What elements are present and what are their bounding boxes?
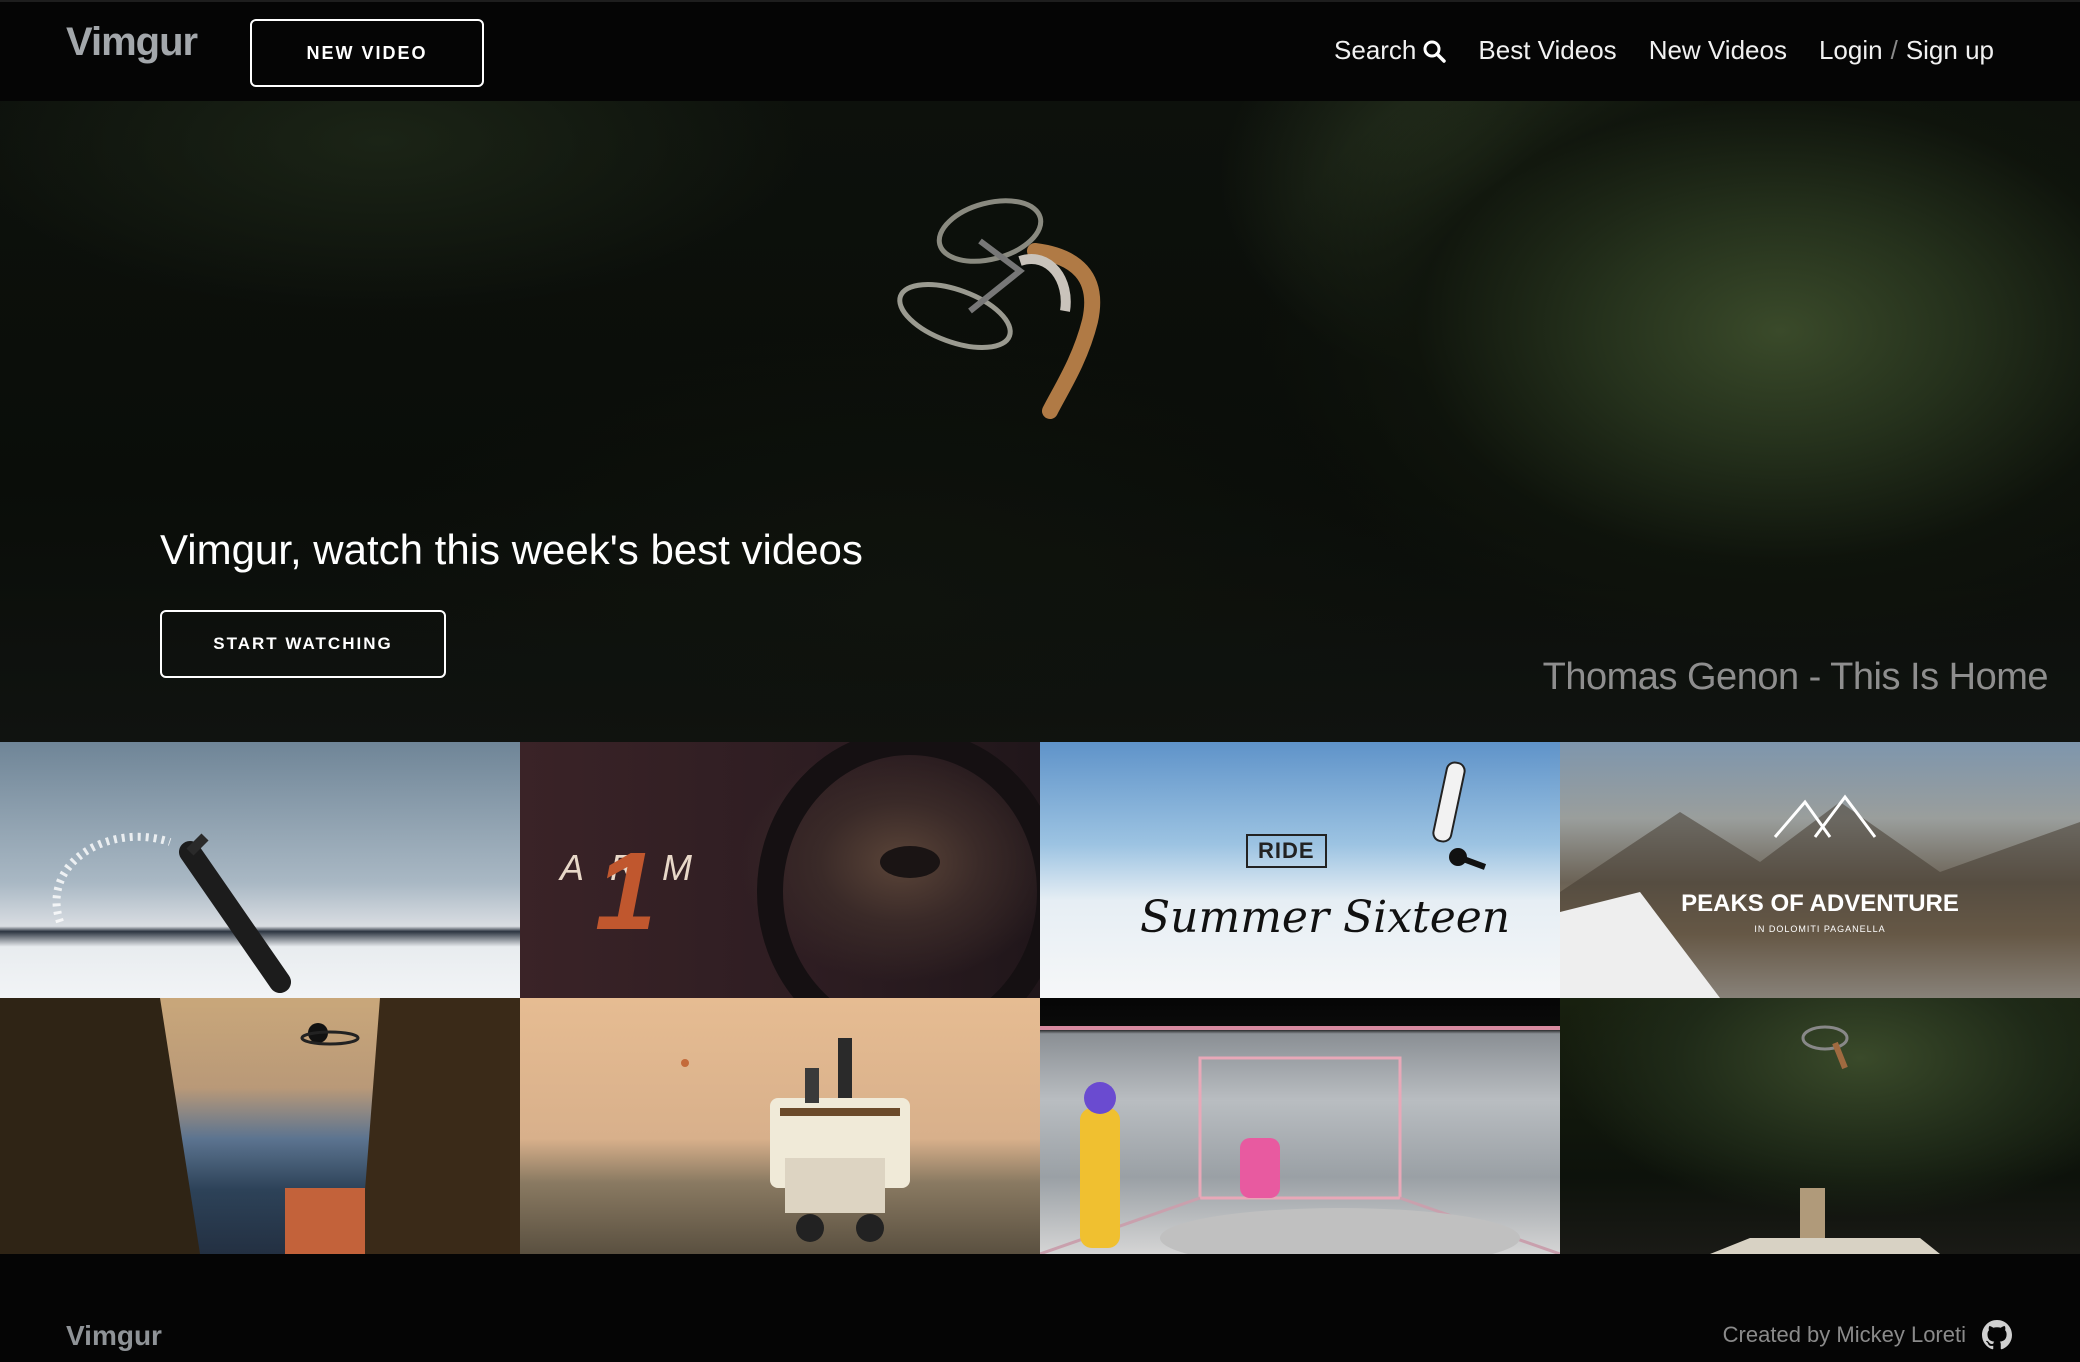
nav-new-videos-link[interactable]: New Videos bbox=[1649, 35, 1787, 66]
video-thumbnail-this-is-home[interactable] bbox=[1560, 998, 2080, 1254]
rv-artwork bbox=[681, 1038, 910, 1242]
start-watching-button[interactable]: START WATCHING bbox=[160, 610, 446, 678]
nav-search-link[interactable]: Search bbox=[1334, 35, 1447, 66]
footer-logo[interactable]: Vimgur bbox=[66, 1320, 162, 1352]
page-footer: Vimgur Created by Mickey Loreti bbox=[0, 1254, 2080, 1362]
site-logo[interactable]: Vimgur bbox=[66, 20, 198, 65]
forest-jump-artwork bbox=[0, 998, 520, 1254]
room-artwork bbox=[1040, 1026, 1560, 1254]
video-thumbnail-forest-jump[interactable] bbox=[0, 998, 520, 1254]
nav-best-videos-link[interactable]: Best Videos bbox=[1478, 35, 1616, 66]
video-grid: ARM 1 RIDE Summer Sixteen PEAKS OF ADVEN… bbox=[0, 742, 2080, 1254]
nav-signup-link[interactable]: Sign up bbox=[1906, 35, 1994, 66]
video-thumbnail-arm[interactable]: ARM 1 bbox=[520, 742, 1040, 998]
hero-video-caption[interactable]: Thomas Genon - This Is Home bbox=[1543, 656, 2049, 699]
footer-credit-text: Created by Mickey Loreti bbox=[1722, 1322, 1966, 1347]
helmet-face-artwork bbox=[757, 742, 1040, 998]
github-icon[interactable] bbox=[1982, 1320, 2012, 1350]
video-thumbnail-ride-summer-sixteen[interactable]: RIDE Summer Sixteen bbox=[1040, 742, 1560, 998]
footer-credit: Created by Mickey Loreti bbox=[1723, 1320, 2012, 1350]
search-icon bbox=[1423, 40, 1447, 63]
hero-banner: Vimgur, watch this week's best videos ST… bbox=[0, 101, 2080, 742]
auth-separator: / bbox=[1890, 35, 1898, 65]
forest-rider-artwork bbox=[1710, 1025, 1940, 1254]
splash-artwork bbox=[52, 832, 291, 993]
nav-login-link[interactable]: Login bbox=[1819, 35, 1883, 66]
tile-peaks-subtitle: IN DOLOMITI PAGANELLA bbox=[1754, 924, 1886, 934]
auth-links: Login / Sign up bbox=[1819, 35, 1994, 66]
top-navbar: Vimgur NEW VIDEO Search Best Videos New … bbox=[0, 0, 2080, 101]
video-thumbnail-3d-room[interactable] bbox=[1040, 998, 1560, 1254]
mountain-artwork bbox=[1560, 794, 2080, 998]
nav-search-label: Search bbox=[1334, 35, 1417, 65]
tile-peaks-title: PEAKS OF ADVENTURE bbox=[1681, 890, 1959, 917]
video-thumbnail-peaks-of-adventure[interactable]: PEAKS OF ADVENTURE IN DOLOMITI PAGANELLA bbox=[1560, 742, 2080, 998]
hero-rider-image bbox=[897, 198, 1101, 419]
video-thumbnail-rv-trip[interactable] bbox=[520, 998, 1040, 1254]
nav-links: Search Best Videos New Videos Login / Si… bbox=[1334, 35, 1994, 66]
new-video-button[interactable]: NEW VIDEO bbox=[250, 19, 484, 87]
video-thumbnail-water-splash[interactable] bbox=[0, 742, 520, 998]
snowboarder-artwork bbox=[1432, 761, 1487, 870]
hero-title: Vimgur, watch this week's best videos bbox=[160, 526, 863, 573]
